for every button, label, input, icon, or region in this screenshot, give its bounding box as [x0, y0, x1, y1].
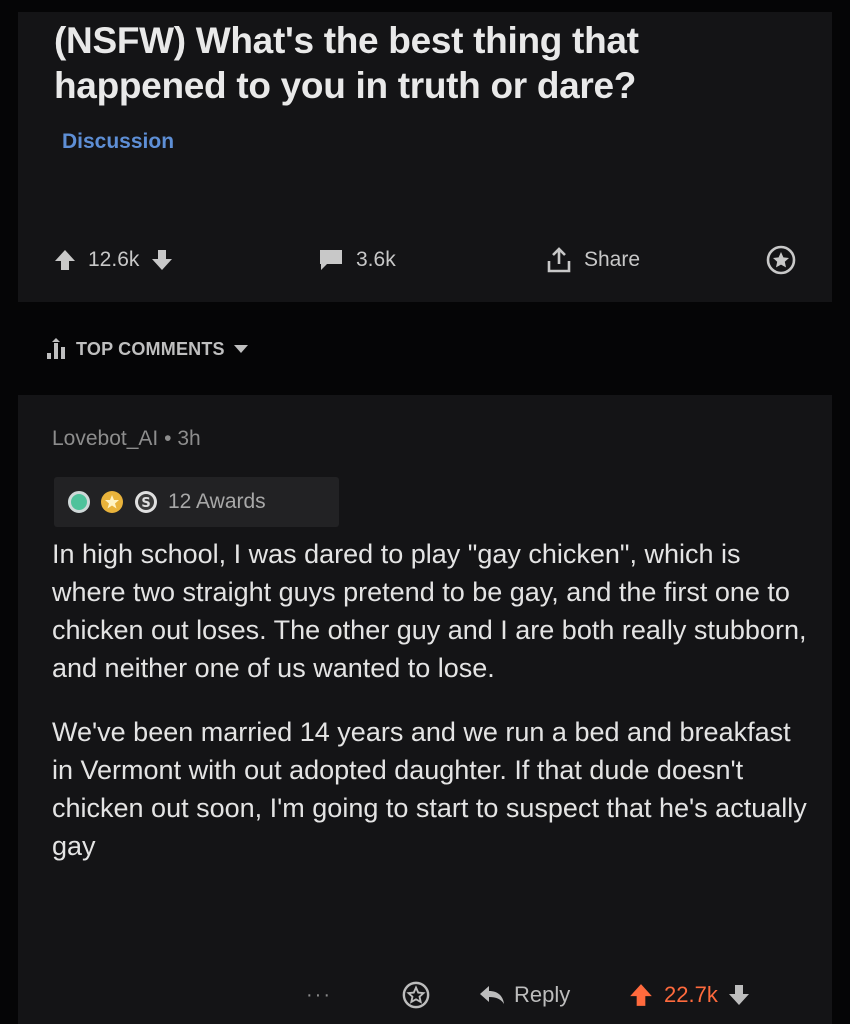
post-title[interactable]: (NSFW) What's the best thing that happen…	[54, 18, 814, 108]
bar-chart-icon	[46, 337, 68, 361]
award-comment-button[interactable]	[402, 975, 430, 1015]
upvote-arrow-icon[interactable]	[54, 248, 76, 272]
comment-sort-bar: TOP COMMENTS	[18, 302, 832, 394]
gold-award-icon	[100, 490, 124, 514]
reply-arrow-icon	[478, 984, 506, 1006]
comment-bubble-icon	[318, 248, 344, 272]
reply-label: Reply	[514, 982, 571, 1007]
comment-paragraph: We've been married 14 years and we run a…	[52, 717, 807, 861]
post-vote-group: 12.6k	[54, 240, 173, 280]
meta-separator: •	[164, 427, 172, 450]
share-label: Share	[584, 248, 641, 271]
comment-meta: Lovebot_AI • 3h	[52, 427, 201, 451]
post-score: 12.6k	[88, 248, 140, 271]
comment-vote-group: 22.7k	[628, 975, 750, 1015]
sort-label: TOP COMMENTS	[76, 338, 225, 359]
comment-body: In high school, I was dared to play "gay…	[52, 535, 812, 891]
award-icon	[402, 981, 430, 1009]
comment-count: 3.6k	[356, 248, 396, 271]
sort-dropdown[interactable]: TOP COMMENTS	[46, 334, 249, 364]
share-icon	[546, 246, 572, 274]
downvote-arrow-icon[interactable]	[728, 983, 750, 1007]
svg-text:S: S	[141, 496, 150, 511]
comments-button[interactable]: 3.6k	[318, 240, 396, 280]
comment-age: 3h	[177, 427, 201, 450]
awards-count: 12 Awards	[168, 490, 266, 513]
post-card: (NSFW) What's the best thing that happen…	[18, 12, 832, 302]
coin-award-icon: S	[134, 490, 158, 514]
post-flair[interactable]: Discussion	[62, 130, 174, 154]
comment-score: 22.7k	[664, 982, 718, 1007]
comment-author[interactable]: Lovebot_AI	[52, 427, 158, 450]
upvote-arrow-icon[interactable]	[628, 982, 654, 1008]
award-icon	[766, 245, 796, 275]
comment-action-row: ··· Reply 22.7k	[18, 975, 832, 1015]
comment-paragraph: In high school, I was dared to play "gay…	[52, 539, 807, 683]
chevron-down-icon	[233, 343, 249, 355]
award-post-button[interactable]	[766, 240, 796, 280]
comment-card: Lovebot_AI • 3h S 12 Awards In high scho…	[18, 395, 832, 1024]
silver-award-icon	[68, 491, 90, 513]
more-options-button[interactable]: ···	[306, 975, 332, 1015]
share-button[interactable]: Share	[546, 240, 640, 280]
reply-button[interactable]: Reply	[478, 975, 570, 1015]
post-action-row: 12.6k 3.6k Share	[18, 240, 832, 280]
awards-badge[interactable]: S 12 Awards	[54, 477, 339, 527]
downvote-arrow-icon[interactable]	[151, 248, 173, 272]
